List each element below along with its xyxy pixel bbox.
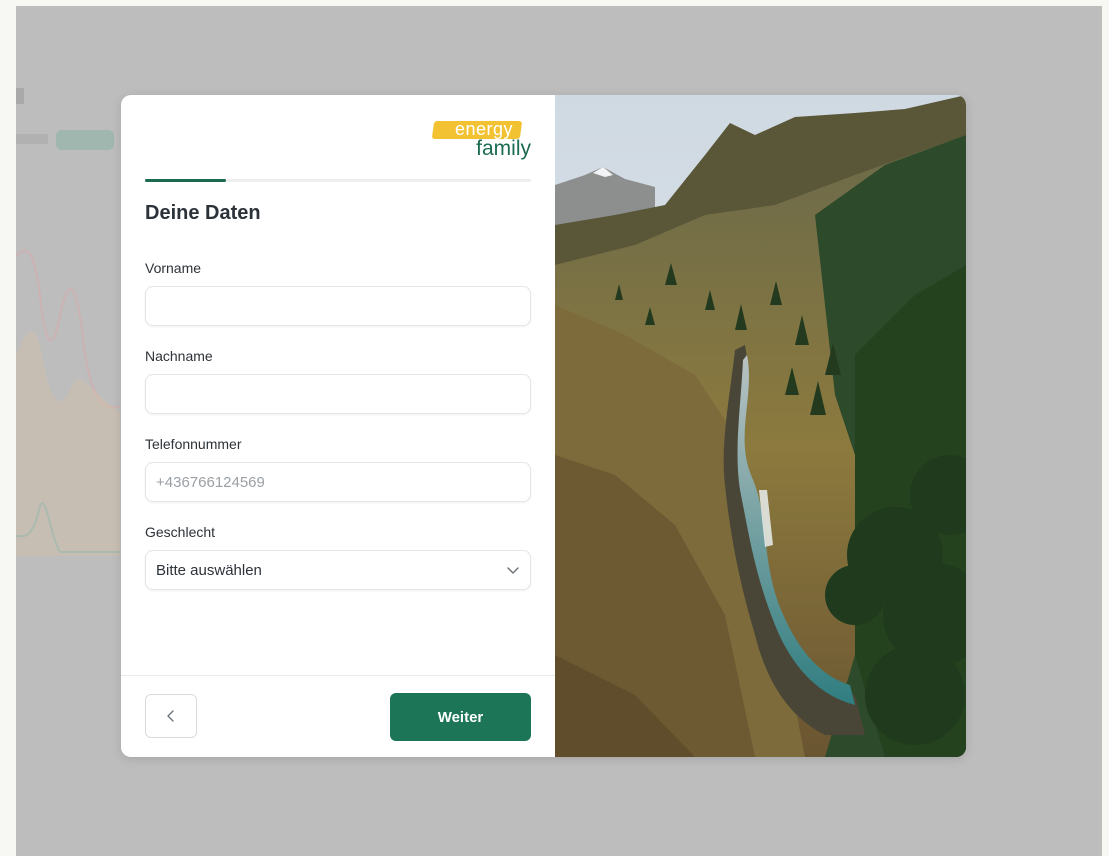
registration-modal: energy family Deine Daten Vorname Nachna… — [121, 95, 966, 757]
back-button[interactable] — [145, 694, 197, 738]
gender-select[interactable]: Bitte auswählen — [145, 550, 531, 590]
background-label — [16, 134, 48, 144]
logo-text-bottom: family — [476, 137, 531, 160]
last-name-label: Nachname — [145, 348, 213, 364]
chevron-down-icon — [507, 567, 519, 574]
next-button[interactable]: Weiter — [390, 693, 531, 741]
chevron-left-icon — [167, 710, 174, 722]
step-progress-bar — [145, 179, 531, 182]
landscape-illustration — [555, 95, 966, 757]
last-name-input[interactable] — [145, 374, 531, 414]
energy-family-logo: energy family — [421, 117, 531, 165]
step-progress-fill — [145, 179, 227, 182]
first-name-input[interactable] — [145, 286, 531, 326]
phone-input[interactable] — [145, 462, 531, 502]
mountain-landscape-image — [555, 95, 966, 757]
first-name-label: Vorname — [145, 260, 202, 276]
background-heading — [16, 88, 24, 104]
phone-label: Telefonnummer — [145, 436, 242, 452]
logo-text-top: energy — [454, 119, 513, 139]
gender-label: Geschlecht — [145, 524, 216, 540]
form-title: Deine Daten — [145, 202, 261, 224]
form-footer: Weiter — [121, 675, 555, 757]
gender-select-value: Bitte auswählen — [156, 561, 262, 579]
background-badge — [56, 130, 114, 150]
form-panel: energy family Deine Daten Vorname Nachna… — [121, 95, 555, 757]
